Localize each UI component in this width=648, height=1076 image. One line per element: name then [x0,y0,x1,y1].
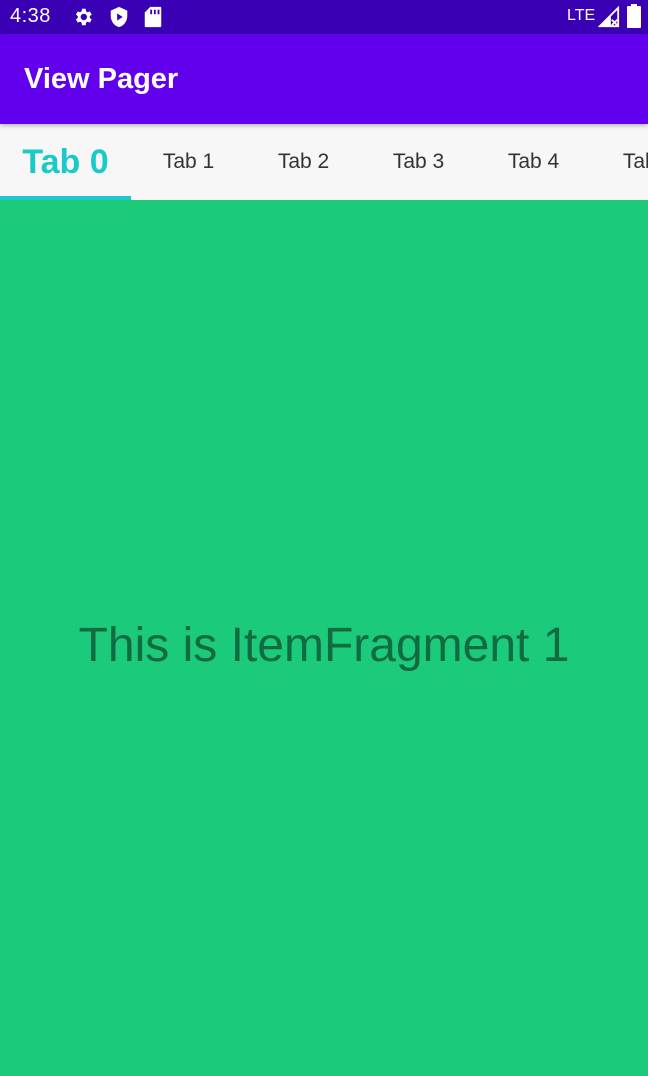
fragment-content-text: This is ItemFragment 1 [78,619,570,672]
tab-1[interactable]: Tab 1 [131,124,246,200]
settings-gear-icon [75,8,92,26]
tab-0-label: Tab 0 [22,142,109,181]
tab-5[interactable]: Tab 5 [591,124,648,200]
tab-5-label: Tab 5 [622,150,648,173]
app-bar: View Pager [0,34,648,124]
tab-indicator [0,196,131,200]
tab-3-label: Tab 3 [392,150,445,173]
tab-4-label: Tab 4 [507,150,560,173]
tab-0[interactable]: Tab 0 [0,124,131,200]
tab-3[interactable]: Tab 3 [361,124,476,200]
tab-bar: Tab 0 Tab 1 Tab 2 Tab 3 Tab 4 Tab 5 [0,124,648,200]
tab-4[interactable]: Tab 4 [476,124,591,200]
signal-icon [598,6,620,28]
tab-2[interactable]: Tab 2 [246,124,361,200]
view-pager[interactable]: This is ItemFragment 1 [0,200,648,1076]
tab-1-label: Tab 1 [162,150,215,173]
status-time: 4:38 [10,5,51,27]
tab-2-label: Tab 2 [277,150,330,173]
battery-icon [627,4,641,28]
play-shield-icon [110,6,128,28]
network-type: LTE [567,7,596,24]
status-bar: 4:38 LTE [0,0,648,34]
sd-card-icon [144,6,162,28]
app-title: View Pager [24,63,179,95]
